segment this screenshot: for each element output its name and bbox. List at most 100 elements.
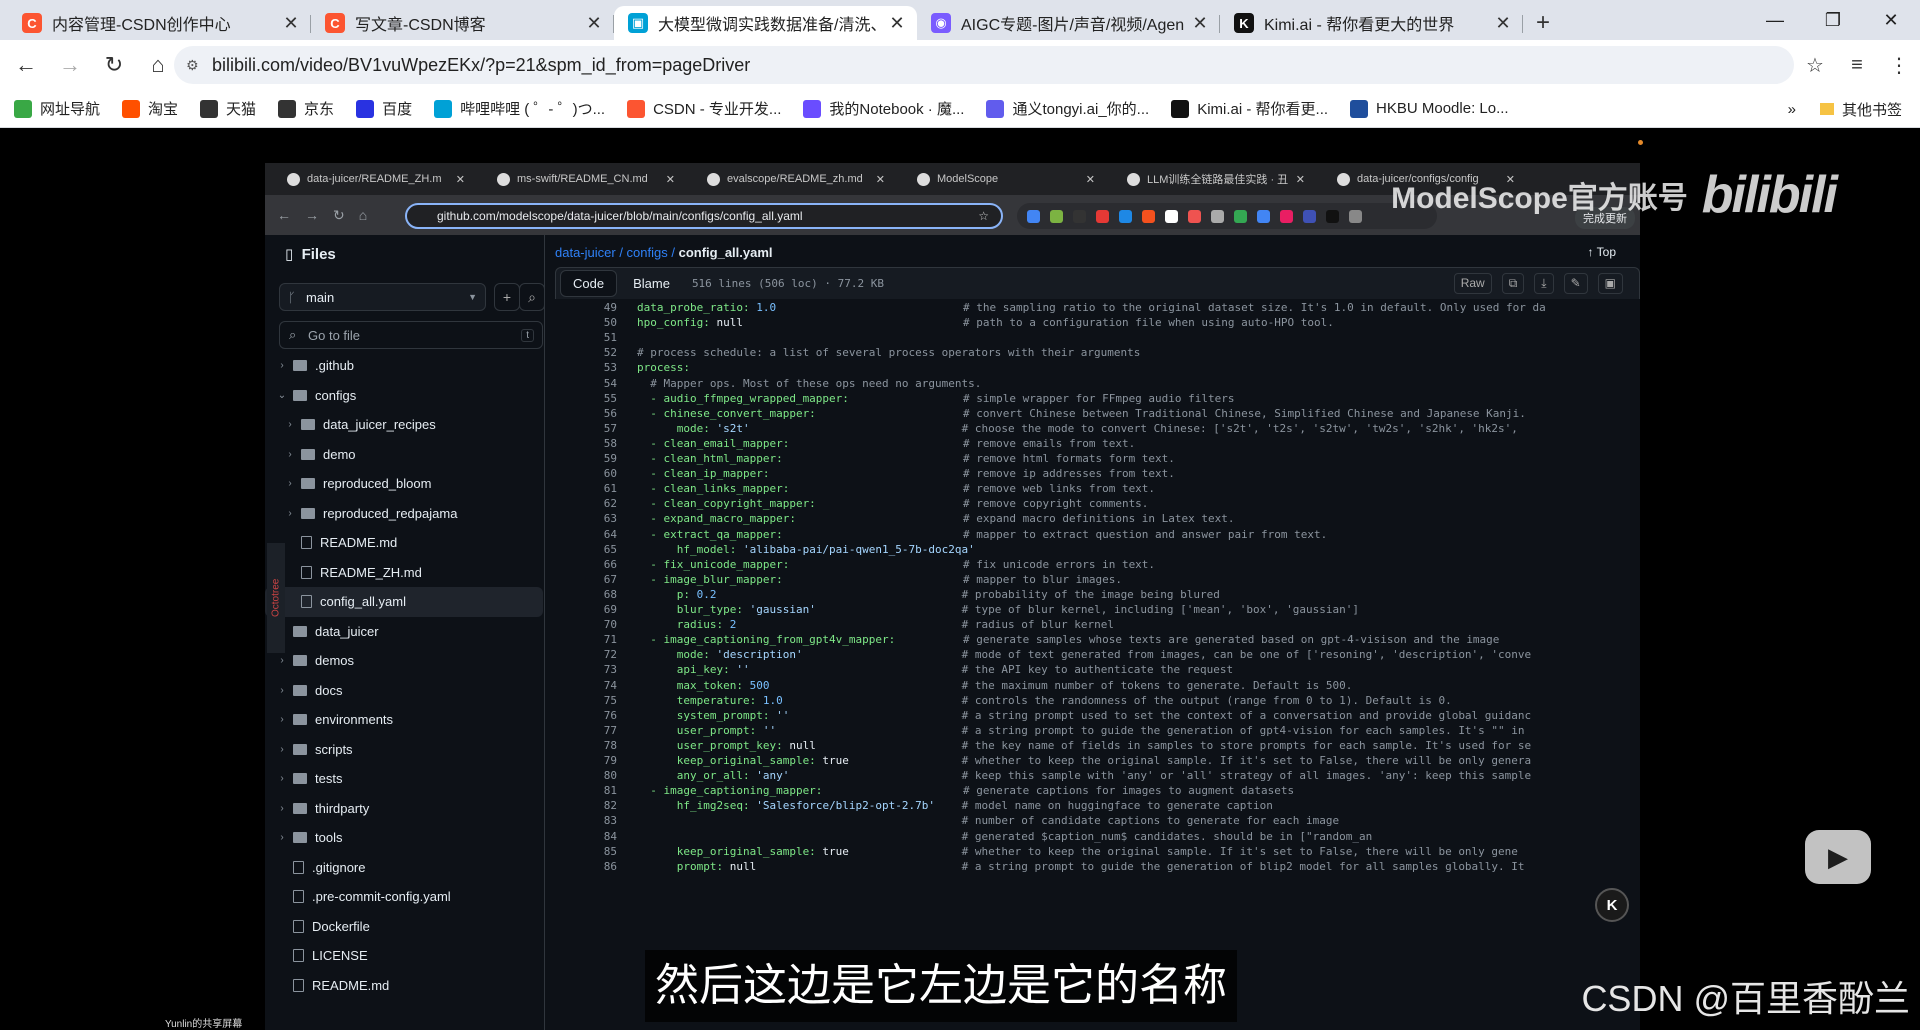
new-tab-button[interactable]: + xyxy=(1523,6,1563,40)
navigation-bar: ← → ↻ ⌂ ⚙ bilibili.com/video/BV1vuWpezEK… xyxy=(0,40,1920,90)
video-player[interactable]: data-juicer/README_ZH.m ✕ ms-swift/README_… xyxy=(0,128,1920,1030)
line-number: 86 xyxy=(603,859,617,873)
extension-icon xyxy=(1188,209,1201,223)
bookmark-item[interactable]: HKBU Moodle: Lo... xyxy=(1350,99,1509,118)
extension-icon xyxy=(1326,209,1339,223)
yaml-key: hpo_config: xyxy=(637,316,710,330)
extension-icon xyxy=(1165,209,1178,223)
tree-file: .pre-commit-config.yaml xyxy=(265,882,543,912)
bookmark-label: 网址导航 xyxy=(40,101,101,118)
tab-close-icon[interactable]: ✕ xyxy=(887,13,907,34)
file-view: data-juicer / configs / config_all.yaml … xyxy=(555,235,1640,1030)
inner-tab-close-icon: ✕ xyxy=(665,173,675,186)
bookmark-item[interactable]: 百度 xyxy=(356,98,412,119)
bookmark-item[interactable]: 京东 xyxy=(278,98,334,119)
tv-mascot-icon[interactable]: ▶ xyxy=(1805,830,1871,884)
browser-tab[interactable]: K Kimi.ai - 帮你看更大的世界 ✕ xyxy=(1220,6,1523,40)
yaml-key: max_token: xyxy=(637,678,743,692)
toolbar-right: ☆ ≡ ⋮ xyxy=(1794,40,1920,90)
tab-close-icon[interactable]: ✕ xyxy=(1190,13,1210,34)
github-icon xyxy=(707,172,720,186)
yaml-value: 's2t' xyxy=(709,421,750,435)
yaml-value: # process schedule: a list of several pr… xyxy=(637,346,1141,360)
bookmark-favicon-icon xyxy=(986,99,1005,118)
code-line: 71 - image_captioning_from_gpt4v_mapper:… xyxy=(555,631,1640,646)
tree-caret-icon: › xyxy=(288,478,292,490)
yaml-key: - clean_email_mapper: xyxy=(637,436,790,450)
share-label: Yunlin的共享屏幕 xyxy=(165,1019,243,1030)
tab-close-icon[interactable]: ✕ xyxy=(584,13,604,34)
back-icon[interactable]: ← xyxy=(8,47,44,83)
reading-list-icon[interactable]: ≡ xyxy=(1836,54,1878,77)
tab-close-icon[interactable]: ✕ xyxy=(281,13,301,34)
address-bar[interactable]: ⚙ bilibili.com/video/BV1vuWpezEKx/?p=21&… xyxy=(174,46,1794,84)
bookmark-item[interactable]: 我的Notebook · 魔... xyxy=(803,98,964,119)
tree-item-label: Dockerfile xyxy=(312,918,370,934)
home-icon[interactable]: ⌂ xyxy=(140,47,176,83)
menu-icon[interactable]: ⋮ xyxy=(1878,53,1920,78)
file-icon xyxy=(293,949,304,963)
bookmark-item[interactable]: 淘宝 xyxy=(122,98,178,119)
tree-file: README.md xyxy=(265,971,543,1001)
inner-tab-title: data-juicer/README_ZH.m xyxy=(307,173,442,185)
extension-icon xyxy=(1234,209,1247,223)
code-line: 54 # Mapper ops. Most of these ops need … xyxy=(555,375,1640,390)
folder-icon xyxy=(293,684,307,696)
tree-caret-icon: › xyxy=(288,448,292,460)
yaml-value: # Mapper ops. Most of these ops need no … xyxy=(637,376,982,390)
code-line: 66 - fix_unicode_mapper: # fix unicode er… xyxy=(555,556,1640,571)
bookmark-item[interactable]: 网址导航 xyxy=(14,98,100,119)
code-line: 85 keep_original_sample: true # whether … xyxy=(555,843,1640,858)
tab-close-icon[interactable]: ✕ xyxy=(1493,13,1513,34)
breadcrumb: data-juicer / configs / config_all.yaml xyxy=(555,245,773,260)
minimize-icon[interactable]: — xyxy=(1746,0,1804,40)
tree-item-label: configs xyxy=(315,387,357,403)
tree-caret-icon: ⌄ xyxy=(277,389,287,401)
browser-tab[interactable]: ▣ 大模型微调实践数据准备/清洗、 ✕ xyxy=(614,6,917,40)
tree-folder: › thirdparty xyxy=(265,794,543,824)
search-icon: ⌕ xyxy=(519,283,545,311)
bookmark-item[interactable]: 通义tongyi.ai_你的... xyxy=(986,98,1149,119)
kimi-float-button[interactable]: K xyxy=(1595,888,1629,922)
tab-favicon-icon: K xyxy=(1234,13,1254,33)
bookmark-item[interactable]: 天猫 xyxy=(200,98,256,119)
browser-tab[interactable]: ◉ AIGC专题-图片/声音/视频/Agen ✕ xyxy=(917,6,1220,40)
inner-tab: ModelScope ✕ xyxy=(895,163,1105,195)
inner-tab-close-icon: ✕ xyxy=(1085,173,1095,186)
bookmark-label: 天猫 xyxy=(226,101,257,118)
yaml-key: - clean_html_mapper: xyxy=(637,452,783,465)
octotree-tab: Octotree xyxy=(267,543,285,653)
restore-icon[interactable]: ❐ xyxy=(1804,0,1862,40)
bookmark-item[interactable]: CSDN - 专业开发... xyxy=(627,98,781,119)
close-window-icon[interactable]: ✕ xyxy=(1862,0,1920,40)
browser-tab[interactable]: C 写文章-CSDN博客 ✕ xyxy=(311,6,614,40)
bookmark-label: CSDN - 专业开发... xyxy=(653,101,782,118)
code-line: 76 system_prompt: '' # a string prompt u… xyxy=(555,707,1640,722)
tree-file: .gitignore xyxy=(265,853,543,883)
bookmark-favicon-icon xyxy=(1171,99,1190,118)
tree-folder: › tests xyxy=(265,764,543,794)
more-bookmarks-icon[interactable]: » xyxy=(1788,101,1796,118)
tree-item-label: data_juicer_recipes xyxy=(323,417,436,433)
github-icon xyxy=(917,172,930,186)
raw-button: Raw xyxy=(1453,273,1492,294)
browser-tab[interactable]: C 内容管理-CSDN创作中心 ✕ xyxy=(8,6,311,40)
forward-icon[interactable]: → xyxy=(52,47,88,83)
tab-favicon-icon: ▣ xyxy=(628,13,648,33)
bookmark-star-icon[interactable]: ☆ xyxy=(1794,53,1836,78)
yaml-key: prompt: xyxy=(637,859,724,873)
yaml-key: user_prompt_key: xyxy=(637,738,783,752)
browser-tab-bar: C 内容管理-CSDN创作中心 ✕ C 写文章-CSDN博客 ✕ ▣ 大模型微调实践数据准备/… xyxy=(0,0,1920,40)
tab-blame: Blame xyxy=(633,276,670,291)
inner-tab: evalscope/README_zh.md ✕ xyxy=(685,163,895,195)
bookmark-label: 哔哩哔哩 ( ゜- ゜)つ... xyxy=(460,101,606,118)
bookmark-label: 淘宝 xyxy=(148,101,179,118)
watermark-text: ModelScope官方账号 xyxy=(1391,182,1688,215)
site-info-icon[interactable]: ⚙ xyxy=(186,57,212,74)
bookmark-item[interactable]: Kimi.ai - 帮你看更... xyxy=(1171,98,1328,119)
reload-icon[interactable]: ↻ xyxy=(96,47,132,83)
bookmark-item[interactable]: 哔哩哔哩 ( ゜- ゜)つ... xyxy=(434,98,605,119)
window-controls: — ❐ ✕ xyxy=(1746,0,1920,40)
folder-icon xyxy=(301,419,315,431)
other-bookmarks[interactable]: » 其他书签 xyxy=(1788,90,1902,128)
